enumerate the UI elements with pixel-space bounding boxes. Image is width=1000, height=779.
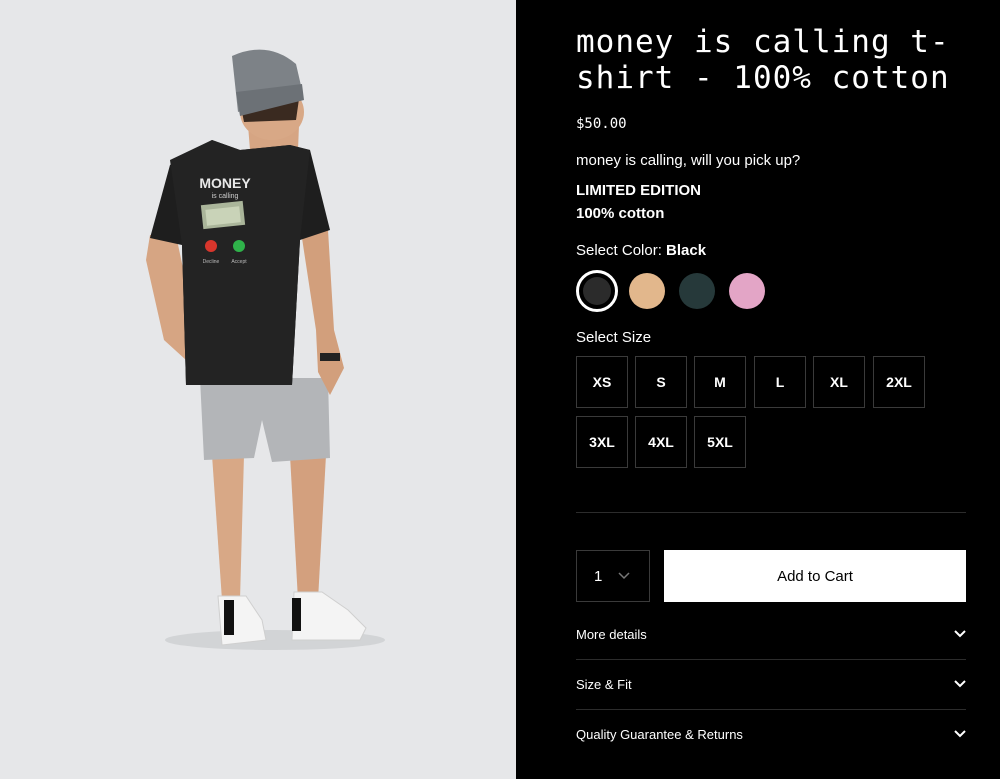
accept-call-icon xyxy=(233,240,245,252)
decline-label-text: Decline xyxy=(203,259,220,265)
print-headline-text: MONEY xyxy=(199,175,251,191)
print-subline-text: is calling xyxy=(212,193,239,200)
size-selector-label: Select Size xyxy=(576,329,652,346)
color-swatch-tan[interactable] xyxy=(629,273,665,309)
feature-limited-edition: LIMITED EDITION xyxy=(576,182,701,199)
chevron-down-icon xyxy=(618,572,630,580)
product-price: $50.00 xyxy=(576,116,627,132)
product-title: money is calling t-shirt - 100% cotton xyxy=(576,24,950,96)
chevron-down-icon xyxy=(954,630,966,638)
size-option-5xl[interactable]: 5XL xyxy=(694,416,746,468)
quantity-value: 1 xyxy=(594,567,603,585)
size-options: XS S M L XL 2XL 3XL 4XL 5XL xyxy=(576,356,966,468)
size-option-l[interactable]: L xyxy=(754,356,806,408)
accordion-quality-returns[interactable]: Quality Guarantee & Returns xyxy=(576,709,966,759)
decline-call-icon xyxy=(205,240,217,252)
model-illustration: MONEY is calling Decline Accept xyxy=(146,49,385,650)
add-to-cart-button[interactable]: Add to Cart xyxy=(664,550,966,602)
accordion-label: Size & Fit xyxy=(576,676,632,692)
chevron-down-icon xyxy=(954,680,966,688)
color-swatch-dark-green[interactable] xyxy=(679,273,715,309)
accordion-label: More details xyxy=(576,626,647,642)
size-option-3xl[interactable]: 3XL xyxy=(576,416,628,468)
accept-label-text: Accept xyxy=(231,259,247,265)
size-option-xs[interactable]: XS xyxy=(576,356,628,408)
color-selector-label: Select Color: Black xyxy=(576,242,706,259)
size-option-s[interactable]: S xyxy=(635,356,687,408)
feature-material: 100% cotton xyxy=(576,205,665,222)
color-swatch-pink[interactable] xyxy=(729,273,765,309)
product-image: MONEY is calling Decline Accept xyxy=(0,0,516,779)
chevron-down-icon xyxy=(954,730,966,738)
size-option-4xl[interactable]: 4XL xyxy=(635,416,687,468)
size-option-m[interactable]: M xyxy=(694,356,746,408)
accordion-size-fit[interactable]: Size & Fit xyxy=(576,659,966,709)
product-tagline: money is calling, will you pick up? xyxy=(576,152,801,169)
quantity-select[interactable]: 1 xyxy=(576,550,650,602)
accordion-more-details[interactable]: More details xyxy=(576,609,966,659)
color-swatches xyxy=(576,270,776,312)
accordion-label: Quality Guarantee & Returns xyxy=(576,726,743,742)
size-option-xl[interactable]: XL xyxy=(813,356,865,408)
divider xyxy=(576,512,966,513)
selected-color-name: Black xyxy=(666,242,707,259)
size-option-2xl[interactable]: 2XL xyxy=(873,356,925,408)
color-swatch-black[interactable] xyxy=(576,270,618,312)
color-label-text: Select Color: xyxy=(576,242,662,259)
